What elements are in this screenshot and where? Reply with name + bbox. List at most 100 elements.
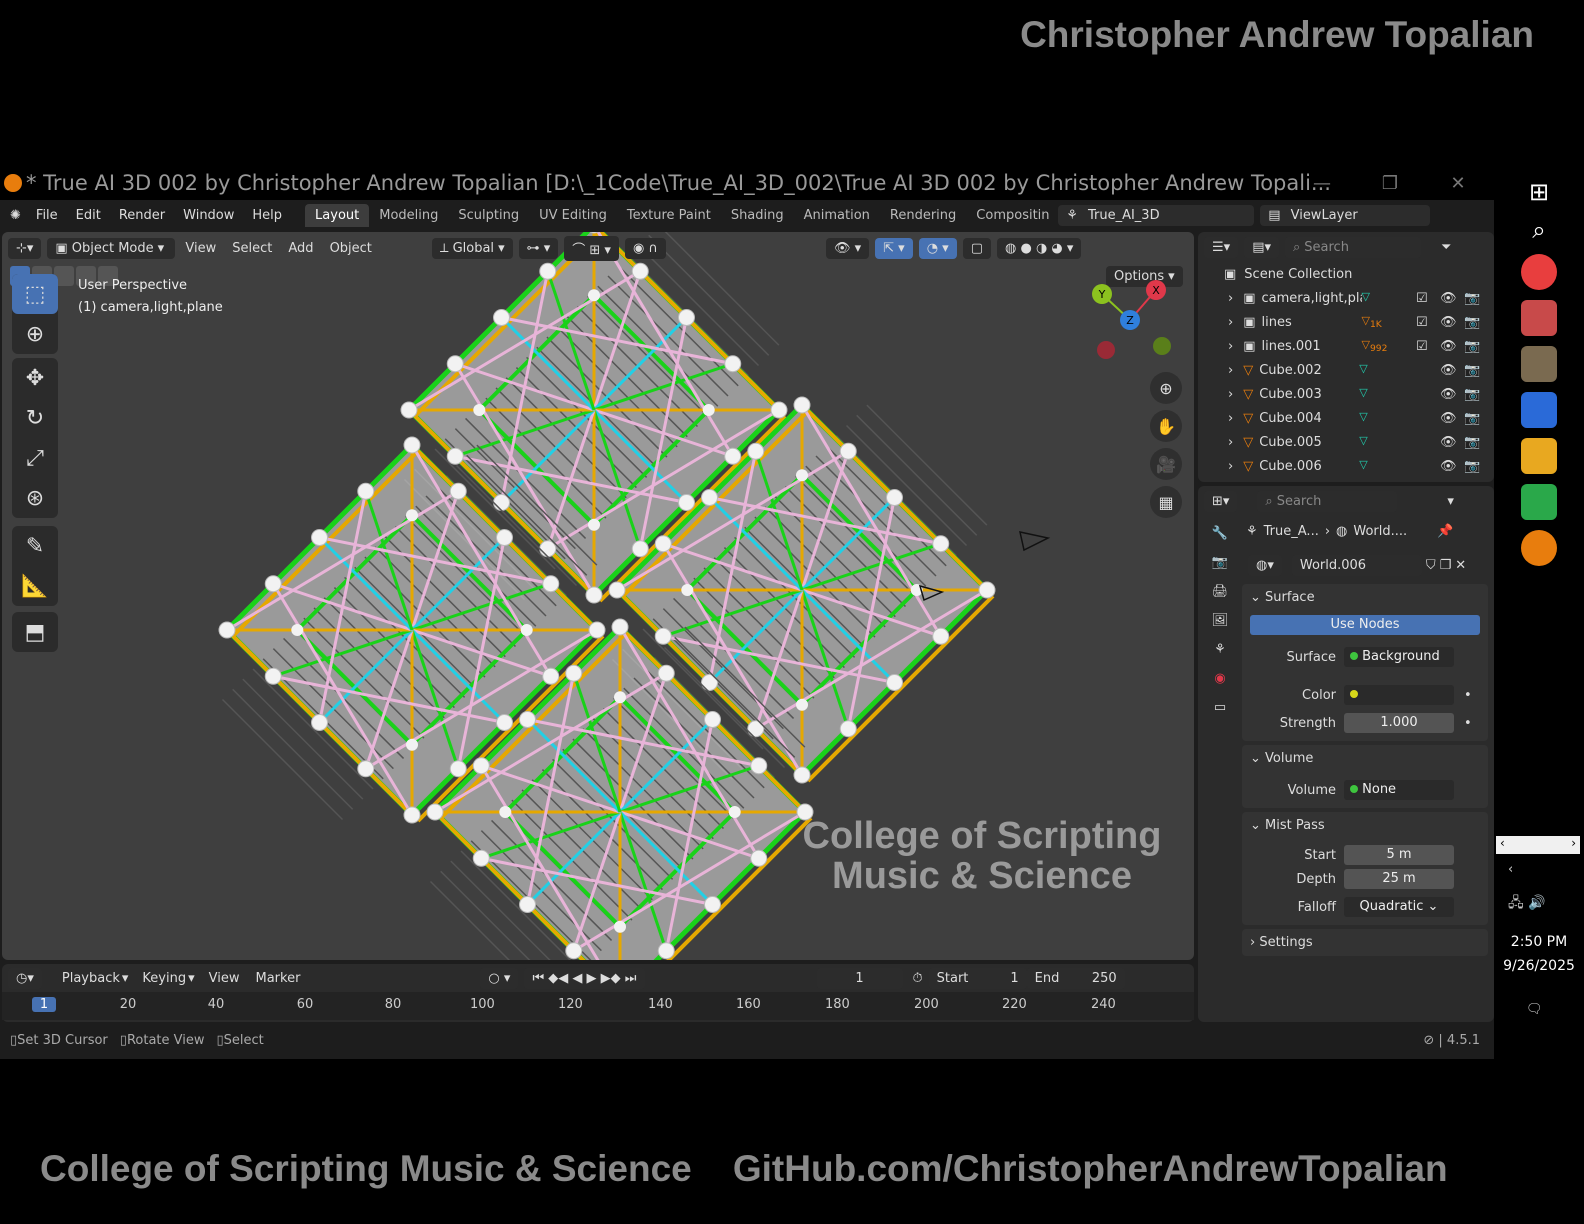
restore-button[interactable]: ❐ xyxy=(1360,166,1420,200)
fake-user-icon[interactable]: ⛉ xyxy=(1426,558,1436,573)
tab-texture-paint[interactable]: Texture Paint xyxy=(617,204,721,227)
camera-render-icon[interactable]: 📷 xyxy=(1464,315,1480,330)
eye-icon[interactable]: 👁 xyxy=(1440,315,1457,330)
timeline-menu-keying[interactable]: Keying xyxy=(142,971,186,986)
scroll-right-icon[interactable]: › xyxy=(1571,836,1576,854)
object-mode-dropdown[interactable]: ▣ Object Mode ▾ xyxy=(47,237,176,259)
tool-tab-icon[interactable]: 🔧 xyxy=(1212,526,1228,541)
zoom-icon[interactable]: ⊕ xyxy=(1150,372,1182,404)
add-cube-tool-icon[interactable]: ⬒ xyxy=(12,612,58,652)
orientation-dropdown[interactable]: ⟂ Global ▾ xyxy=(431,237,513,259)
app-icon-hand[interactable] xyxy=(1521,392,1557,428)
camera-render-icon[interactable]: 📷 xyxy=(1464,435,1480,450)
scene-tab-icon[interactable]: ⚘ xyxy=(1214,642,1226,657)
xray-toggle[interactable]: ▢ xyxy=(962,237,991,259)
tab-layout[interactable]: Layout xyxy=(305,203,370,227)
eye-icon[interactable]: 👁 xyxy=(1440,411,1457,426)
app-icon-paint[interactable] xyxy=(1521,300,1557,336)
windows-start-icon[interactable]: ⊞ xyxy=(1494,178,1584,206)
eye-icon[interactable]: 👁 xyxy=(1440,435,1457,450)
menu-render[interactable]: Render xyxy=(110,208,174,223)
viewport-menu-add[interactable]: Add xyxy=(288,241,313,256)
blender-taskbar-icon[interactable] xyxy=(1521,530,1557,566)
taskbar-scrollbar[interactable]: ‹ › xyxy=(1496,836,1580,854)
pivot-dropdown[interactable]: ⊶ ▾ xyxy=(518,237,559,259)
timeline-menu-marker[interactable]: Marker xyxy=(255,971,300,986)
eye-icon[interactable]: 👁 xyxy=(1440,291,1457,306)
settings-panel[interactable]: › Settings xyxy=(1242,929,1488,956)
ortho-grid-icon[interactable]: ▦ xyxy=(1150,486,1182,518)
camera-render-icon[interactable]: 📷 xyxy=(1464,291,1480,306)
clock-date[interactable]: 9/26/2025 xyxy=(1494,958,1584,974)
surface-shader-field[interactable]: Background xyxy=(1344,647,1454,667)
color-field[interactable] xyxy=(1344,685,1454,705)
scene-collection-row[interactable]: ▣ Scene Collection xyxy=(1198,262,1494,286)
mist-panel-header[interactable]: ⌄ Mist Pass xyxy=(1250,818,1480,833)
surface-panel-header[interactable]: ⌄ Surface xyxy=(1250,590,1480,605)
checkbox-icon[interactable]: ☑ xyxy=(1416,339,1428,354)
mist-start-field[interactable]: 5 m xyxy=(1344,845,1454,865)
use-nodes-button[interactable]: Use Nodes xyxy=(1250,615,1480,635)
end-frame-field[interactable]: End 250 xyxy=(1026,967,1125,989)
strength-field[interactable]: 1.000 xyxy=(1344,713,1454,733)
properties-editor-type[interactable]: ⊞▾ xyxy=(1204,490,1238,512)
playback-controls[interactable]: ⏮ ◆◀ ◀ ▶ ▶◆ ⏭ xyxy=(524,967,645,989)
scale-tool-icon[interactable]: ⤢ xyxy=(12,438,58,478)
keyframe-dot-icon[interactable]: • xyxy=(1464,688,1472,703)
outliner-row[interactable]: › ▣ lines ▽1K ☑ 👁 📷 xyxy=(1198,310,1494,334)
world-tab-icon[interactable]: ◉ xyxy=(1214,671,1225,686)
menu-help[interactable]: Help xyxy=(243,208,291,223)
scene-selector[interactable]: ⚘ True_AI_3D xyxy=(1058,204,1255,226)
navigation-gizmo[interactable]: Y X Z xyxy=(1086,278,1176,368)
outliner-row[interactable]: › ▽ Cube.005 ▽ 👁 📷 xyxy=(1198,430,1494,454)
current-frame-field[interactable]: 1 xyxy=(816,967,903,989)
close-button[interactable]: ✕ xyxy=(1428,166,1488,200)
keyframe-dot-icon[interactable]: • xyxy=(1464,716,1472,731)
transform-tool-icon[interactable]: ⊛ xyxy=(12,478,58,518)
filter-icon[interactable]: ⏷ xyxy=(1441,240,1451,255)
frame-ruler[interactable]: 1 20 40 60 80 100 120 140 160 180 200 220 240 xyxy=(2,992,1194,1020)
expand-chevron-icon[interactable]: › xyxy=(1228,339,1233,354)
tab-sculpting[interactable]: Sculpting xyxy=(448,204,529,227)
mist-depth-field[interactable]: 25 m xyxy=(1344,869,1454,889)
checkbox-icon[interactable]: ☑ xyxy=(1416,291,1428,306)
outliner-row[interactable]: › ▣ camera,light,plane▽ ☑ 👁 📷 xyxy=(1198,286,1494,310)
stopwatch-icon[interactable]: ⏱ xyxy=(913,971,923,986)
search-icon[interactable]: ⌕ xyxy=(1494,216,1584,244)
select-box-tool-icon[interactable]: ⬚ xyxy=(12,274,58,314)
tab-uv-editing[interactable]: UV Editing xyxy=(529,204,617,227)
timeline-menu-view[interactable]: View xyxy=(209,971,240,986)
render-tab-icon[interactable]: 📷 xyxy=(1212,555,1228,570)
view-layer-selector[interactable]: ▤ ViewLayer xyxy=(1260,204,1431,226)
output-tab-icon[interactable]: 🖨 xyxy=(1212,584,1229,599)
cursor-tool-icon[interactable]: ⊕ xyxy=(12,314,58,354)
world-name-field[interactable]: World.006 xyxy=(1291,554,1422,576)
properties-options-chevron[interactable]: ▾ xyxy=(1447,494,1454,509)
editor-type-button[interactable]: ⊹▾ xyxy=(8,237,42,259)
tab-compositing[interactable]: Compositin xyxy=(966,204,1052,227)
outliner-search-input[interactable]: ⌕ Search xyxy=(1285,236,1421,258)
outliner-row[interactable]: › ▽ Cube.006 ▽ 👁 📷 xyxy=(1198,454,1494,478)
tab-modeling[interactable]: Modeling xyxy=(369,204,448,227)
annotate-tool-icon[interactable]: ✎ xyxy=(12,526,58,566)
outliner-row[interactable]: › ▽ Cube.002 ▽ 👁 📷 xyxy=(1198,358,1494,382)
move-tool-icon[interactable]: ✥ xyxy=(12,358,58,398)
gimp-icon[interactable] xyxy=(1521,346,1557,382)
outliner-row[interactable]: › ▽ Cube.004 ▽ 👁 📷 xyxy=(1198,406,1494,430)
app-icon-a[interactable] xyxy=(1521,254,1557,290)
expand-chevron-icon[interactable]: › xyxy=(1228,291,1233,306)
camera-render-icon[interactable]: 📷 xyxy=(1464,387,1480,402)
eye-icon[interactable]: 👁 xyxy=(1440,387,1457,402)
menu-edit[interactable]: Edit xyxy=(67,208,110,223)
collection-tab-icon[interactable]: ▭ xyxy=(1214,700,1226,715)
expand-chevron-icon[interactable]: › xyxy=(1228,411,1233,426)
outliner-row[interactable]: › ▣ lines.001 ▽992 ☑ 👁 📷 xyxy=(1198,334,1494,358)
tab-animation[interactable]: Animation xyxy=(794,204,880,227)
gizmo-toggle[interactable]: ⇱ ▾ xyxy=(875,237,913,259)
falloff-dropdown[interactable]: Quadratic ⌄ xyxy=(1344,897,1454,917)
spreadsheet-app-icon[interactable] xyxy=(1521,484,1557,520)
world-browse-button[interactable]: ◍▾ xyxy=(1248,554,1282,576)
network-volume-icons[interactable]: 🖧 🔊 xyxy=(1508,892,1546,916)
viewport-menu-select[interactable]: Select xyxy=(232,241,272,256)
rotate-tool-icon[interactable]: ↻ xyxy=(12,398,58,438)
